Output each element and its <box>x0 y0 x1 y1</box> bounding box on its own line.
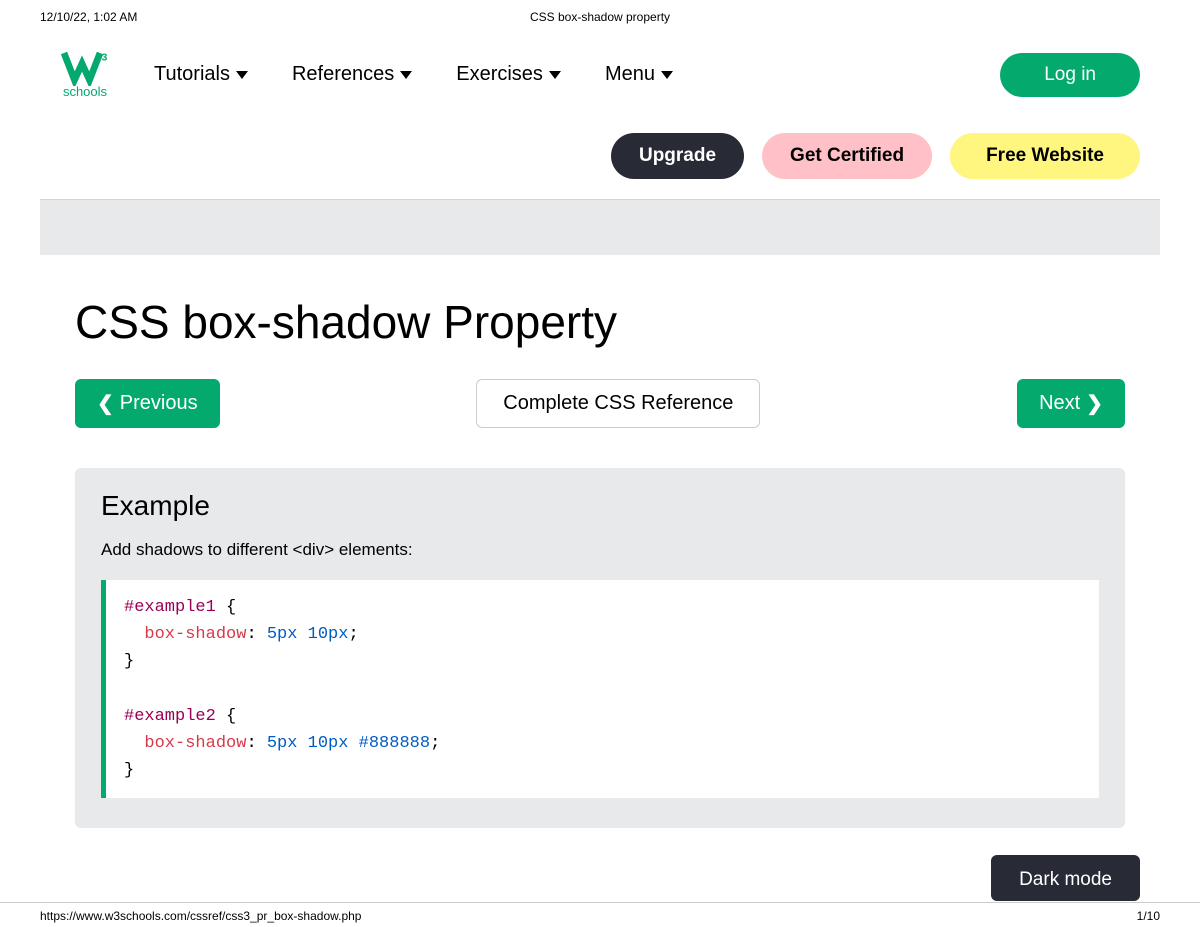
nav-tutorials[interactable]: Tutorials <box>154 63 248 86</box>
w3-logo-icon: 3 <box>60 50 110 86</box>
code-value: 5px 10px <box>267 625 349 644</box>
free-website-button[interactable]: Free Website <box>950 133 1140 179</box>
example-heading: Example <box>101 490 1099 522</box>
print-url: https://www.w3schools.com/cssref/css3_pr… <box>40 909 361 923</box>
nav-references-label: References <box>292 63 394 86</box>
example-box: Example Add shadows to different <div> e… <box>75 468 1125 828</box>
print-page-number: 1/10 <box>1137 909 1160 923</box>
caret-down-icon <box>236 71 248 79</box>
code-value: 5px 10px #888888 <box>267 734 430 753</box>
print-doc-title: CSS box-shadow property <box>530 10 670 24</box>
chevron-left-icon: ❮ <box>97 391 114 416</box>
nav-references[interactable]: References <box>292 63 412 86</box>
upgrade-button[interactable]: Upgrade <box>611 133 744 179</box>
code-property: box-shadow <box>144 734 246 753</box>
nav-menu[interactable]: Menu <box>605 63 673 86</box>
code-selector: #example2 <box>124 707 216 726</box>
svg-text:3: 3 <box>102 52 108 64</box>
code-property: box-shadow <box>144 625 246 644</box>
next-label: Next <box>1039 392 1080 415</box>
gray-banner-strip <box>40 199 1160 255</box>
subbar: Upgrade Get Certified Free Website <box>0 109 1200 199</box>
logo-text: schools <box>63 84 107 99</box>
caret-down-icon <box>400 71 412 79</box>
login-button[interactable]: Log in <box>1000 53 1140 97</box>
next-button[interactable]: Next ❯ <box>1017 379 1125 428</box>
previous-label: Previous <box>120 392 198 415</box>
nav-exercises[interactable]: Exercises <box>456 63 561 86</box>
chevron-right-icon: ❯ <box>1086 391 1103 416</box>
w3schools-logo[interactable]: 3 schools <box>60 50 110 99</box>
page-title: CSS box-shadow Property <box>75 295 1125 349</box>
previous-button[interactable]: ❮ Previous <box>75 379 220 428</box>
prev-next-row: ❮ Previous Complete CSS Reference Next ❯ <box>75 379 1125 428</box>
dark-mode-toggle[interactable]: Dark mode <box>991 855 1140 901</box>
footer-divider <box>0 902 1200 903</box>
get-certified-button[interactable]: Get Certified <box>762 133 932 179</box>
nav-menu-label: Menu <box>605 63 655 86</box>
print-timestamp: 12/10/22, 1:02 AM <box>40 10 137 24</box>
caret-down-icon <box>549 71 561 79</box>
example-description: Add shadows to different <div> elements: <box>101 540 1099 560</box>
nav-exercises-label: Exercises <box>456 63 543 86</box>
topbar: 3 schools Tutorials References Exercises… <box>0 30 1200 109</box>
complete-css-reference-button[interactable]: Complete CSS Reference <box>476 379 760 428</box>
code-block: #example1 { box-shadow: 5px 10px; } #exa… <box>101 580 1099 798</box>
code-selector: #example1 <box>124 598 216 617</box>
nav-tutorials-label: Tutorials <box>154 63 230 86</box>
caret-down-icon <box>661 71 673 79</box>
